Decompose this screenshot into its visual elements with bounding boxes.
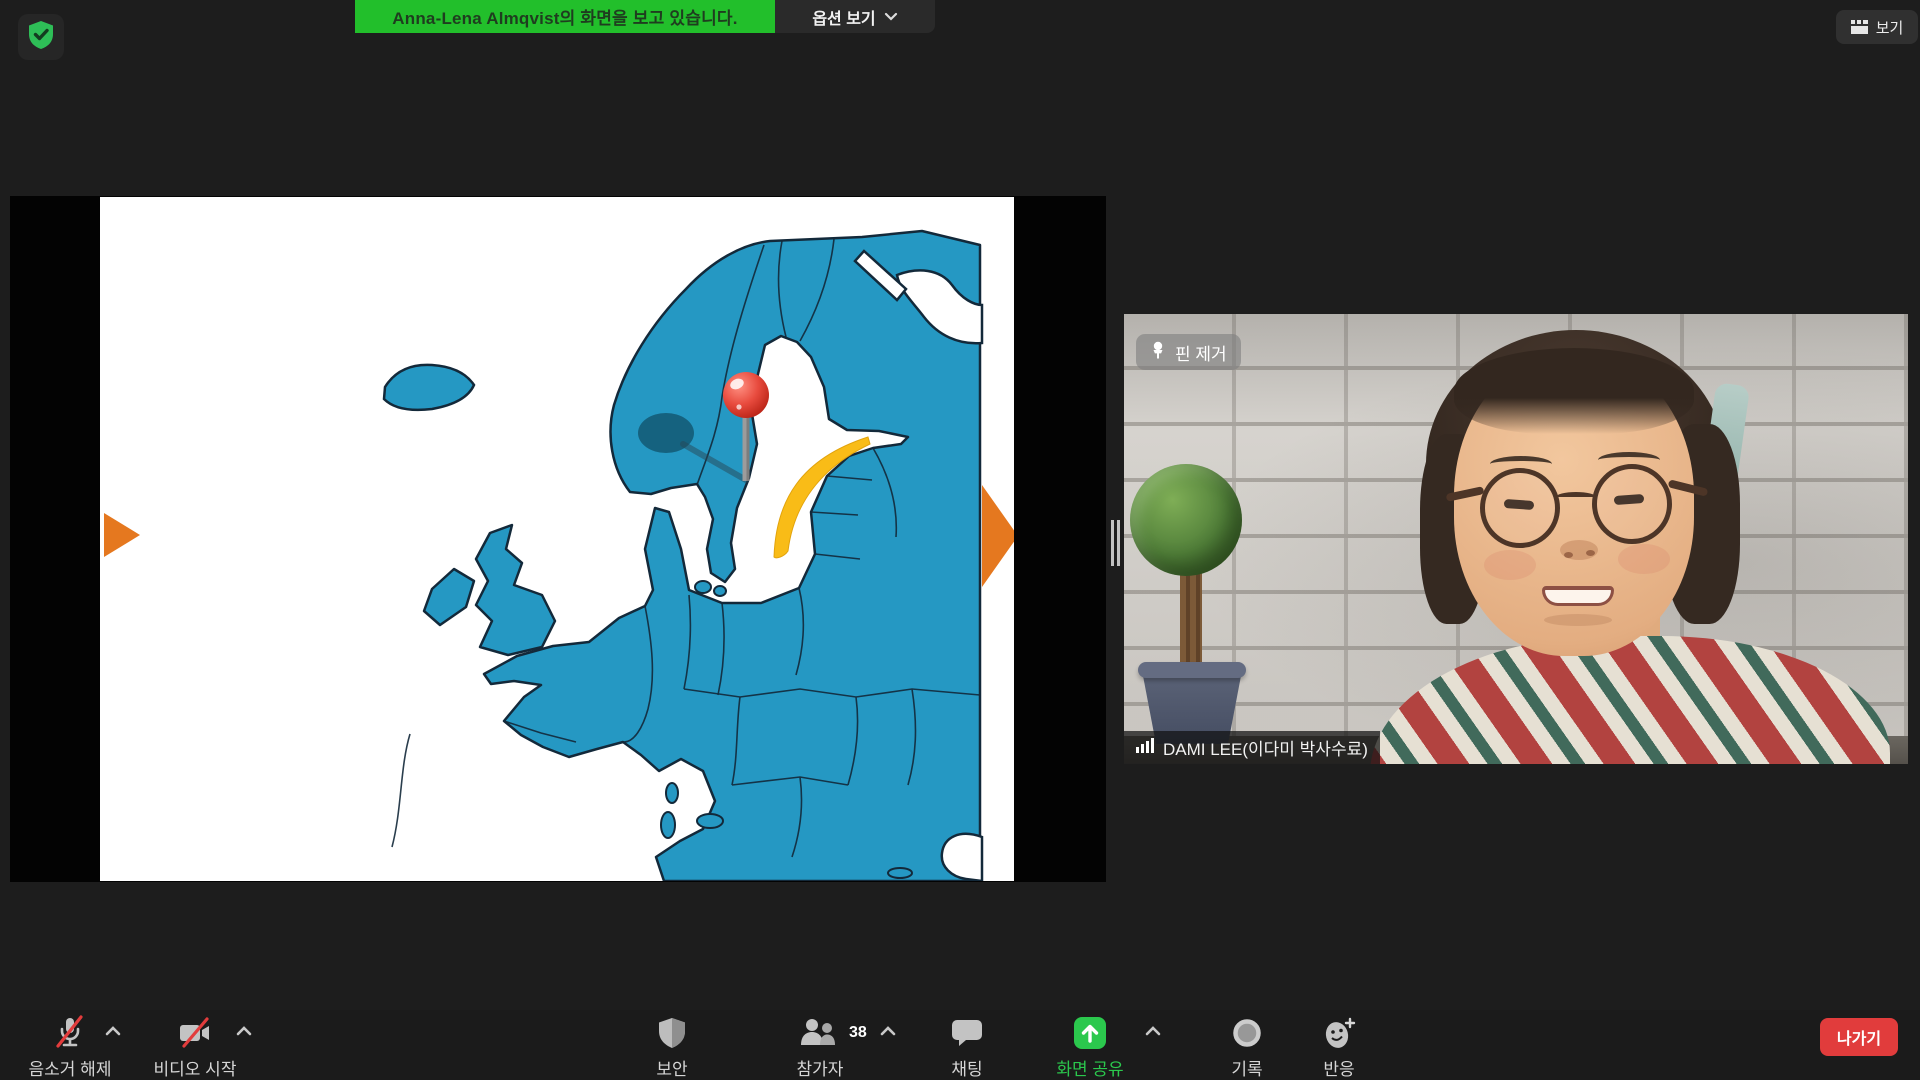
remove-pin-button[interactable]: 핀 제거 <box>1136 334 1241 370</box>
pushpin-icon <box>1150 341 1166 364</box>
share-screen-label: 화면 공유 <box>1056 1055 1123 1080</box>
start-video-label: 비디오 시작 <box>154 1055 237 1080</box>
participant-video-tile[interactable]: 핀 제거 DAMI LEE(이다미 박사수료) <box>1124 314 1908 764</box>
map-sardinia <box>661 812 675 838</box>
participants-caret[interactable] <box>878 1024 900 1040</box>
chat-label: 채팅 <box>951 1055 982 1080</box>
options-label: 옵션 보기 <box>812 5 875 29</box>
signal-bars-icon <box>1136 737 1154 758</box>
audio-options-caret[interactable] <box>103 1024 125 1040</box>
security-button[interactable]: 보안 <box>617 1014 727 1080</box>
chat-button[interactable]: 채팅 <box>912 1014 1022 1080</box>
zoom-meeting-window: Anna-Lena Almqvist의 화면을 보고 있습니다. 옵션 보기 보… <box>0 0 1920 1080</box>
chin-shadow <box>1544 614 1612 626</box>
security-label: 보안 <box>656 1055 687 1080</box>
video-options-caret[interactable] <box>234 1024 256 1040</box>
camera-off-icon <box>176 1014 214 1052</box>
record-icon <box>1230 1014 1264 1052</box>
security-shield-toolbar-icon <box>657 1014 687 1052</box>
participant-shirt <box>1370 636 1890 764</box>
mouth <box>1542 586 1614 606</box>
participant-count: 38 <box>849 1024 867 1042</box>
screen-share-banner: Anna-Lena Almqvist의 화면을 보고 있습니다. <box>355 0 775 33</box>
meeting-security-button[interactable] <box>18 14 64 60</box>
glasses-lens <box>1592 464 1672 544</box>
glasses-bridge <box>1556 492 1596 502</box>
participant-name: DAMI LEE(이다미 박사수료) <box>1163 735 1368 760</box>
record-label: 기록 <box>1231 1055 1262 1080</box>
participants-label: 참가자 <box>797 1055 844 1080</box>
share-options-caret[interactable] <box>1143 1024 1165 1040</box>
participants-icon <box>798 1014 842 1052</box>
participant-hairline <box>1454 348 1694 434</box>
view-options-button[interactable]: 옵션 보기 <box>775 0 935 33</box>
plant-pot-rim <box>1138 662 1246 678</box>
glasses-lens <box>1480 468 1560 548</box>
reactions-smiley-icon <box>1320 1014 1358 1052</box>
grid-view-icon <box>1851 20 1868 34</box>
share-screen-button[interactable]: 화면 공유 <box>1035 1014 1145 1080</box>
chevron-down-icon <box>884 8 898 26</box>
slide-prev-arrow <box>104 513 140 557</box>
nostril <box>1586 550 1595 556</box>
shared-slide <box>100 197 1014 881</box>
cheek <box>1484 550 1536 580</box>
slide-next-arrow <box>982 485 1014 587</box>
view-layout-button[interactable]: 보기 <box>1836 10 1918 44</box>
map-ireland <box>424 569 474 625</box>
participants-button[interactable]: 참가자 38 <box>765 1014 875 1080</box>
reactions-button[interactable]: 반응 <box>1284 1014 1394 1080</box>
panel-resize-handle[interactable] <box>1111 520 1121 566</box>
banner-text: Anna-Lena Almqvist의 화면을 보고 있습니다. <box>392 4 737 29</box>
share-screen-icon <box>1073 1014 1107 1052</box>
map-island <box>695 581 711 593</box>
plant-trunk <box>1180 570 1202 674</box>
map-great-britain <box>476 525 555 655</box>
map-corsica <box>666 783 678 803</box>
map-island <box>714 586 726 596</box>
view-label: 보기 <box>1876 17 1904 38</box>
chat-bubble-icon <box>950 1014 984 1052</box>
europe-map <box>100 197 1014 881</box>
remove-pin-label: 핀 제거 <box>1175 340 1227 365</box>
leave-meeting-button[interactable]: 나가기 <box>1820 1018 1898 1056</box>
meeting-toolbar: 음소거 해제 비디오 시작 <box>0 1010 1920 1080</box>
map-crete <box>888 868 912 878</box>
microphone-muted-icon <box>53 1014 87 1052</box>
unmute-label: 음소거 해제 <box>29 1055 112 1080</box>
security-shield-icon <box>27 20 55 55</box>
participant-name-label: DAMI LEE(이다미 박사수료) <box>1124 731 1380 764</box>
map-sicily <box>697 814 723 828</box>
nostril <box>1564 552 1573 558</box>
reactions-label: 반응 <box>1323 1055 1354 1080</box>
plant <box>1130 464 1242 576</box>
cheek <box>1618 544 1670 574</box>
map-iceland <box>384 365 474 410</box>
